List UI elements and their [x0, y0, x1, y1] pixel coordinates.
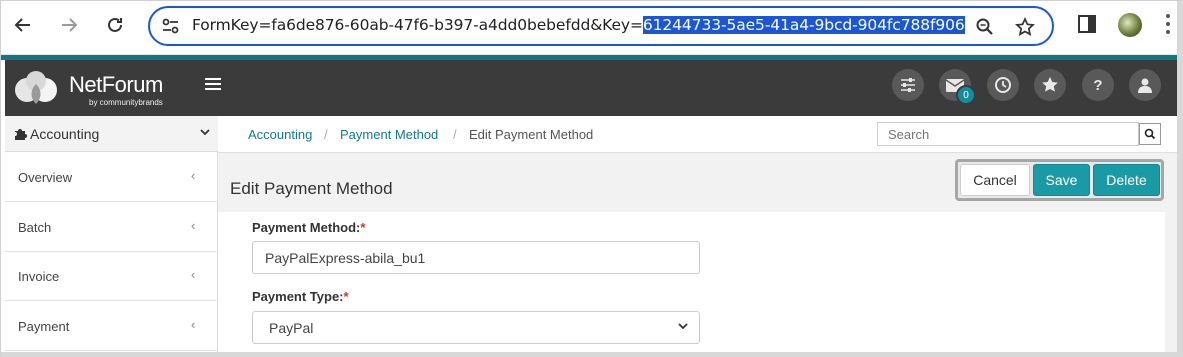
profile-avatar-icon[interactable] — [1118, 13, 1142, 37]
chevron-down-icon — [677, 320, 689, 335]
payment-method-field[interactable] — [252, 241, 700, 274]
forward-icon[interactable] — [54, 10, 84, 40]
breadcrumb-payment-method[interactable]: Payment Method — [340, 127, 438, 142]
app-header: NetForum by communitybrands 0 ? — [5, 60, 1177, 116]
module-label: Accounting — [30, 126, 100, 142]
payment-type-select[interactable]: PayPal — [252, 311, 700, 344]
hamburger-menu-icon[interactable] — [205, 78, 221, 92]
payment-method-label: Payment Method:* — [252, 220, 366, 235]
save-button[interactable]: Save — [1033, 164, 1090, 196]
site-info-icon[interactable] — [160, 16, 182, 36]
chevron-left-icon: ‹ — [191, 168, 196, 183]
mail-count-badge: 0 — [956, 85, 976, 105]
sliders-icon[interactable] — [892, 69, 924, 101]
main-content: Accounting / Payment Method / Edit Payme… — [218, 116, 1177, 352]
delete-button[interactable]: Delete — [1093, 164, 1160, 196]
url-prefix: FormKey=fa6de876-60ab-47f6-b397-a4dd0beb… — [192, 16, 643, 34]
sidebar-item-label: Payment — [18, 319, 70, 334]
sidebar: Accounting Overview ‹ Batch ‹ Invoice ‹ … — [5, 116, 218, 352]
chevron-left-icon: ‹ — [191, 317, 196, 332]
chevron-left-icon: ‹ — [191, 218, 196, 233]
sidebar-item-overview[interactable]: Overview ‹ — [5, 152, 218, 202]
payment-type-value: PayPal — [269, 320, 314, 336]
help-icon[interactable]: ? — [1082, 69, 1114, 101]
more-menu-icon[interactable] — [1165, 12, 1171, 38]
url-selection: 61244733-5ae5-41a4-9bcd-904fc788f906 — [642, 16, 965, 34]
edit-form: Payment Method:* Payment Type:* PayPal — [218, 212, 1165, 352]
bookmark-star-icon[interactable] — [1014, 16, 1036, 38]
breadcrumb-separator: / — [324, 127, 328, 142]
module-selector[interactable]: Accounting — [5, 116, 218, 152]
required-marker: * — [360, 220, 366, 235]
search-icon[interactable] — [1139, 123, 1161, 145]
puzzle-icon — [14, 127, 27, 140]
logo-subtitle: by communitybrands — [89, 98, 163, 107]
required-marker: * — [343, 289, 349, 304]
address-bar[interactable]: FormKey=fa6de876-60ab-47f6-b397-a4dd0beb… — [148, 6, 1054, 46]
sidebar-item-payment[interactable]: Payment ‹ — [5, 301, 218, 351]
side-panel-icon[interactable] — [1076, 13, 1100, 37]
sidebar-item-label: Overview — [18, 170, 73, 185]
favorites-star-icon[interactable] — [1034, 69, 1066, 101]
chevron-left-icon: ‹ — [191, 267, 196, 282]
history-icon[interactable] — [987, 69, 1019, 101]
zoom-icon[interactable] — [974, 16, 996, 38]
netforum-logo-icon[interactable] — [13, 70, 63, 106]
chevron-down-icon — [199, 126, 211, 141]
sidebar-item-batch[interactable]: Batch ‹ — [5, 202, 218, 252]
logo-text: NetForum — [69, 72, 163, 97]
reload-icon[interactable] — [100, 10, 130, 40]
breadcrumb-accounting[interactable]: Accounting — [248, 127, 312, 142]
breadcrumb-separator: / — [453, 127, 457, 142]
sidebar-item-label: Batch — [18, 220, 52, 235]
sidebar-item-label: Invoice — [18, 269, 60, 284]
breadcrumb-current: Edit Payment Method — [469, 127, 594, 142]
page-title: Edit Payment Method — [230, 179, 393, 198]
breadcrumb: Accounting / Payment Method / Edit Payme… — [218, 116, 1177, 153]
user-icon[interactable] — [1129, 69, 1161, 101]
payment-type-label: Payment Type:* — [252, 289, 349, 304]
browser-toolbar: FormKey=fa6de876-60ab-47f6-b397-a4dd0beb… — [0, 0, 1183, 55]
back-icon[interactable] — [8, 10, 38, 40]
url-text: FormKey=fa6de876-60ab-47f6-b397-a4dd0beb… — [192, 16, 965, 34]
sidebar-item-invoice[interactable]: Invoice ‹ — [5, 251, 218, 301]
search-input[interactable] — [877, 122, 1139, 146]
action-button-group: Cancel Save Delete — [955, 159, 1164, 201]
cancel-button[interactable]: Cancel — [960, 164, 1030, 196]
